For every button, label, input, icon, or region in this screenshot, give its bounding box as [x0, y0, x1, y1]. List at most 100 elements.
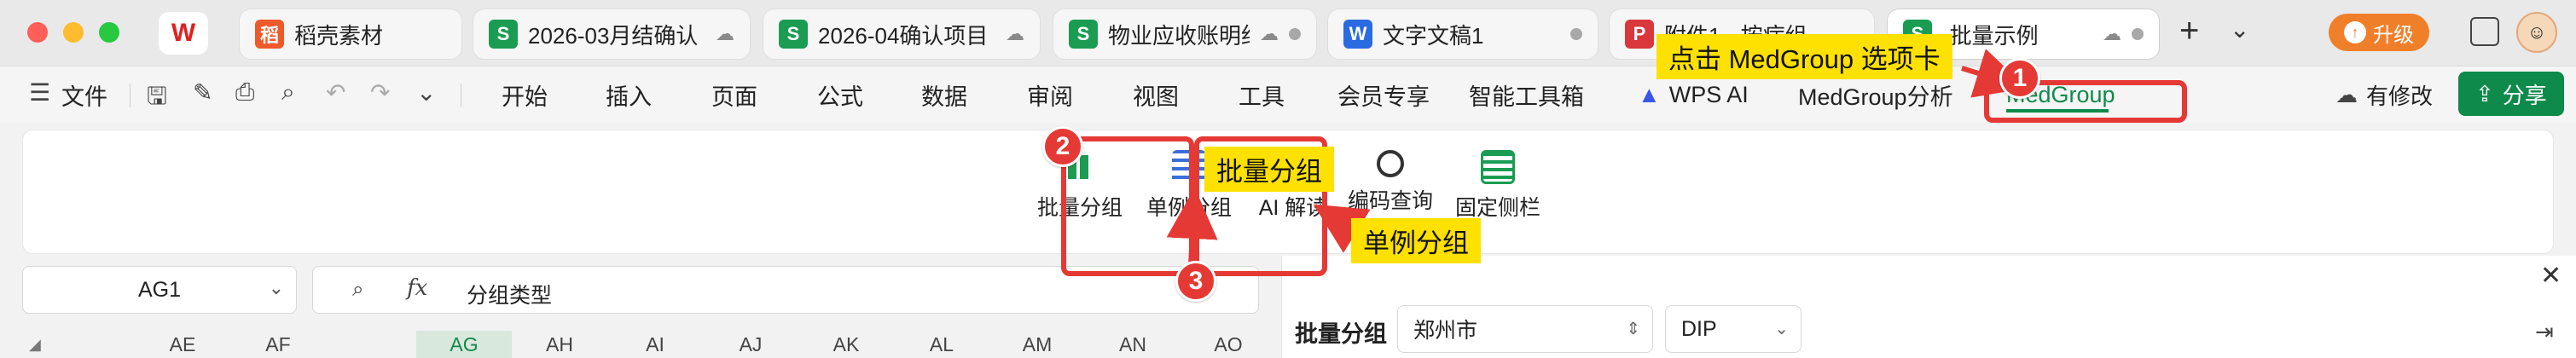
mode-value: DIP [1681, 316, 1717, 341]
title-tab-bar: W 稻 稻壳素材 S 2026-03月结确认 ☁ S 2026-04确认项目 ☁… [0, 0, 2576, 66]
column-header[interactable]: AF [230, 331, 326, 358]
close-icon[interactable]: ✕ [2540, 261, 2561, 291]
menu-formula[interactable]: 公式 [817, 66, 863, 123]
close-window-button[interactable] [27, 22, 48, 43]
menu-view[interactable]: 视图 [1133, 66, 1179, 123]
name-box-chevron-icon[interactable]: ⌄ [269, 277, 284, 299]
column-header[interactable]: AL [894, 331, 989, 358]
find-icon[interactable]: ⌕ [352, 278, 363, 302]
pdf-icon: P [1625, 20, 1654, 49]
upgrade-button[interactable]: ↑ 升级 [2329, 14, 2429, 51]
tab-sheet-april[interactable]: S 2026-04确认项目 ☁ [763, 9, 1041, 60]
cloud-icon: ☁ [1006, 23, 1024, 44]
cloud-sync-icon: ☁ [2335, 81, 2358, 107]
select-caret-icon: ⇕ [1626, 320, 1640, 338]
modified-label: 有修改 [2366, 83, 2434, 109]
print-preview-icon[interactable]: ⌕ [281, 78, 295, 107]
function-icon[interactable]: fx [407, 275, 427, 301]
column-header[interactable]: AN [1085, 331, 1181, 358]
upgrade-arrow-icon: ↑ [2344, 21, 2366, 43]
wps-ai-icon: ▲ [1638, 81, 1661, 107]
tab-label: 2026-04确认项目 [818, 22, 989, 49]
tab-label: 物业应收账明细 [1108, 22, 1250, 49]
tab-label: 文字文稿1 [1383, 22, 1484, 49]
tab-label: 2026-03月结确认 [528, 22, 699, 49]
city-select[interactable]: 郑州市 ⇕ [1397, 305, 1653, 353]
share-icon: ⇪ [2475, 80, 2494, 107]
share-button[interactable]: ⇪ 分享 [2458, 72, 2564, 116]
tab-docer[interactable]: 稻 稻壳素材 [239, 9, 462, 60]
menu-file[interactable]: 文件 [61, 66, 107, 123]
new-tab-button[interactable]: + [2179, 14, 2199, 48]
quick-access-chevron-icon[interactable]: ⌄ [416, 78, 436, 107]
tab-word-doc[interactable]: W 文字文稿1 [1327, 9, 1598, 60]
column-header[interactable]: AM [989, 331, 1085, 358]
annotation-badge-3: 3 [1175, 261, 1216, 302]
column-header[interactable]: AK [798, 331, 894, 358]
tab-close-icon[interactable] [2132, 28, 2144, 40]
word-icon: W [1343, 20, 1372, 49]
annotation-label-step1: 点击 MedGroup 选项卡 [1656, 34, 1952, 79]
menu-member[interactable]: 会员专享 [1337, 66, 1430, 123]
column-header[interactable]: AO [1181, 331, 1276, 358]
code-search-icon [1377, 150, 1404, 177]
undo-icon[interactable]: ↶ [326, 78, 345, 107]
name-box[interactable]: AG1 ⌄ [22, 266, 297, 314]
pin-sidebar-icon [1481, 150, 1515, 184]
menu-insert[interactable]: 插入 [606, 66, 652, 123]
tab-close-icon[interactable] [1570, 28, 1582, 40]
select-all-corner[interactable]: ◢ [29, 336, 41, 354]
chevron-down-icon: ⌄ [1774, 320, 1789, 338]
column-header[interactable]: AI [607, 331, 703, 358]
menu-review[interactable]: 审阅 [1027, 66, 1073, 123]
avatar[interactable]: ☺ [2516, 12, 2557, 53]
annotation-label-step2: 批量分组 [1204, 147, 1334, 192]
tab-close-icon[interactable] [1289, 28, 1301, 40]
save-icon[interactable]: 🖫 [147, 78, 167, 119]
sheet-icon: S [489, 20, 518, 49]
column-header[interactable]: AH [512, 331, 607, 358]
format-painter-icon[interactable]: ✎ [193, 78, 212, 107]
window-tile-icon[interactable] [2470, 17, 2499, 46]
column-header[interactable]: AJ [703, 331, 798, 358]
ribbon-button-label: 固定侧栏 [1454, 196, 1540, 220]
exit-panel-icon[interactable]: ⇥ [2535, 319, 2554, 345]
redo-icon[interactable]: ↷ [370, 78, 390, 107]
docer-icon: 稻 [255, 20, 284, 49]
ribbon-button-label: 编码查询 [1347, 189, 1433, 213]
column-header[interactable]: AE [135, 331, 230, 358]
sheet-icon: S [779, 20, 808, 49]
column-header-selected[interactable]: AG [416, 331, 512, 358]
mode-select[interactable]: DIP ⌄ [1665, 305, 1801, 353]
menu-page[interactable]: 页面 [711, 66, 757, 123]
tab-sheet-march[interactable]: S 2026-03月结确认 ☁ [473, 9, 751, 60]
panel-title: 批量分组 [1295, 321, 1387, 347]
menu-smart-toolbox[interactable]: 智能工具箱 [1469, 66, 1584, 123]
menu-data[interactable]: 数据 [921, 66, 967, 123]
tab-label: -批量示例 [1942, 22, 2039, 49]
minimize-window-button[interactable] [63, 22, 84, 43]
formula-value[interactable]: 分组类型 [467, 279, 552, 309]
wps-logo-icon[interactable]: W [159, 12, 208, 55]
tab-sheet-property[interactable]: S 物业应收账明细 ☁ [1053, 9, 1317, 60]
annotation-badge-2: 2 [1042, 126, 1083, 167]
cloud-icon: ☁ [1260, 23, 1279, 44]
cell-reference: AG1 [137, 277, 182, 302]
annotation-label-step3: 单例分组 [1351, 218, 1481, 263]
menu-home[interactable]: 开始 [502, 66, 548, 123]
cloud-icon: ☁ [716, 23, 734, 44]
print-icon[interactable]: ⎙ [235, 78, 254, 107]
annotation-badge-1: 1 [1999, 58, 2040, 99]
menu-hamburger-icon[interactable]: ☰ [29, 78, 50, 107]
upgrade-label: 升级 [2373, 23, 2414, 47]
sheet-icon: S [1069, 20, 1098, 49]
cloud-icon: ☁ [2103, 23, 2121, 44]
city-value: 郑州市 [1413, 319, 1478, 343]
tab-list-chevron-icon[interactable]: ⌄ [2230, 15, 2249, 43]
modified-status[interactable]: ☁ 有修改 [2335, 75, 2433, 114]
menu-tools[interactable]: 工具 [1239, 66, 1285, 123]
wps-ai-label: WPS AI [1668, 81, 1749, 107]
maximize-window-button[interactable] [99, 22, 119, 43]
tab-label: 稻壳素材 [294, 22, 384, 49]
annotation-box-batch-group [1061, 136, 1194, 276]
